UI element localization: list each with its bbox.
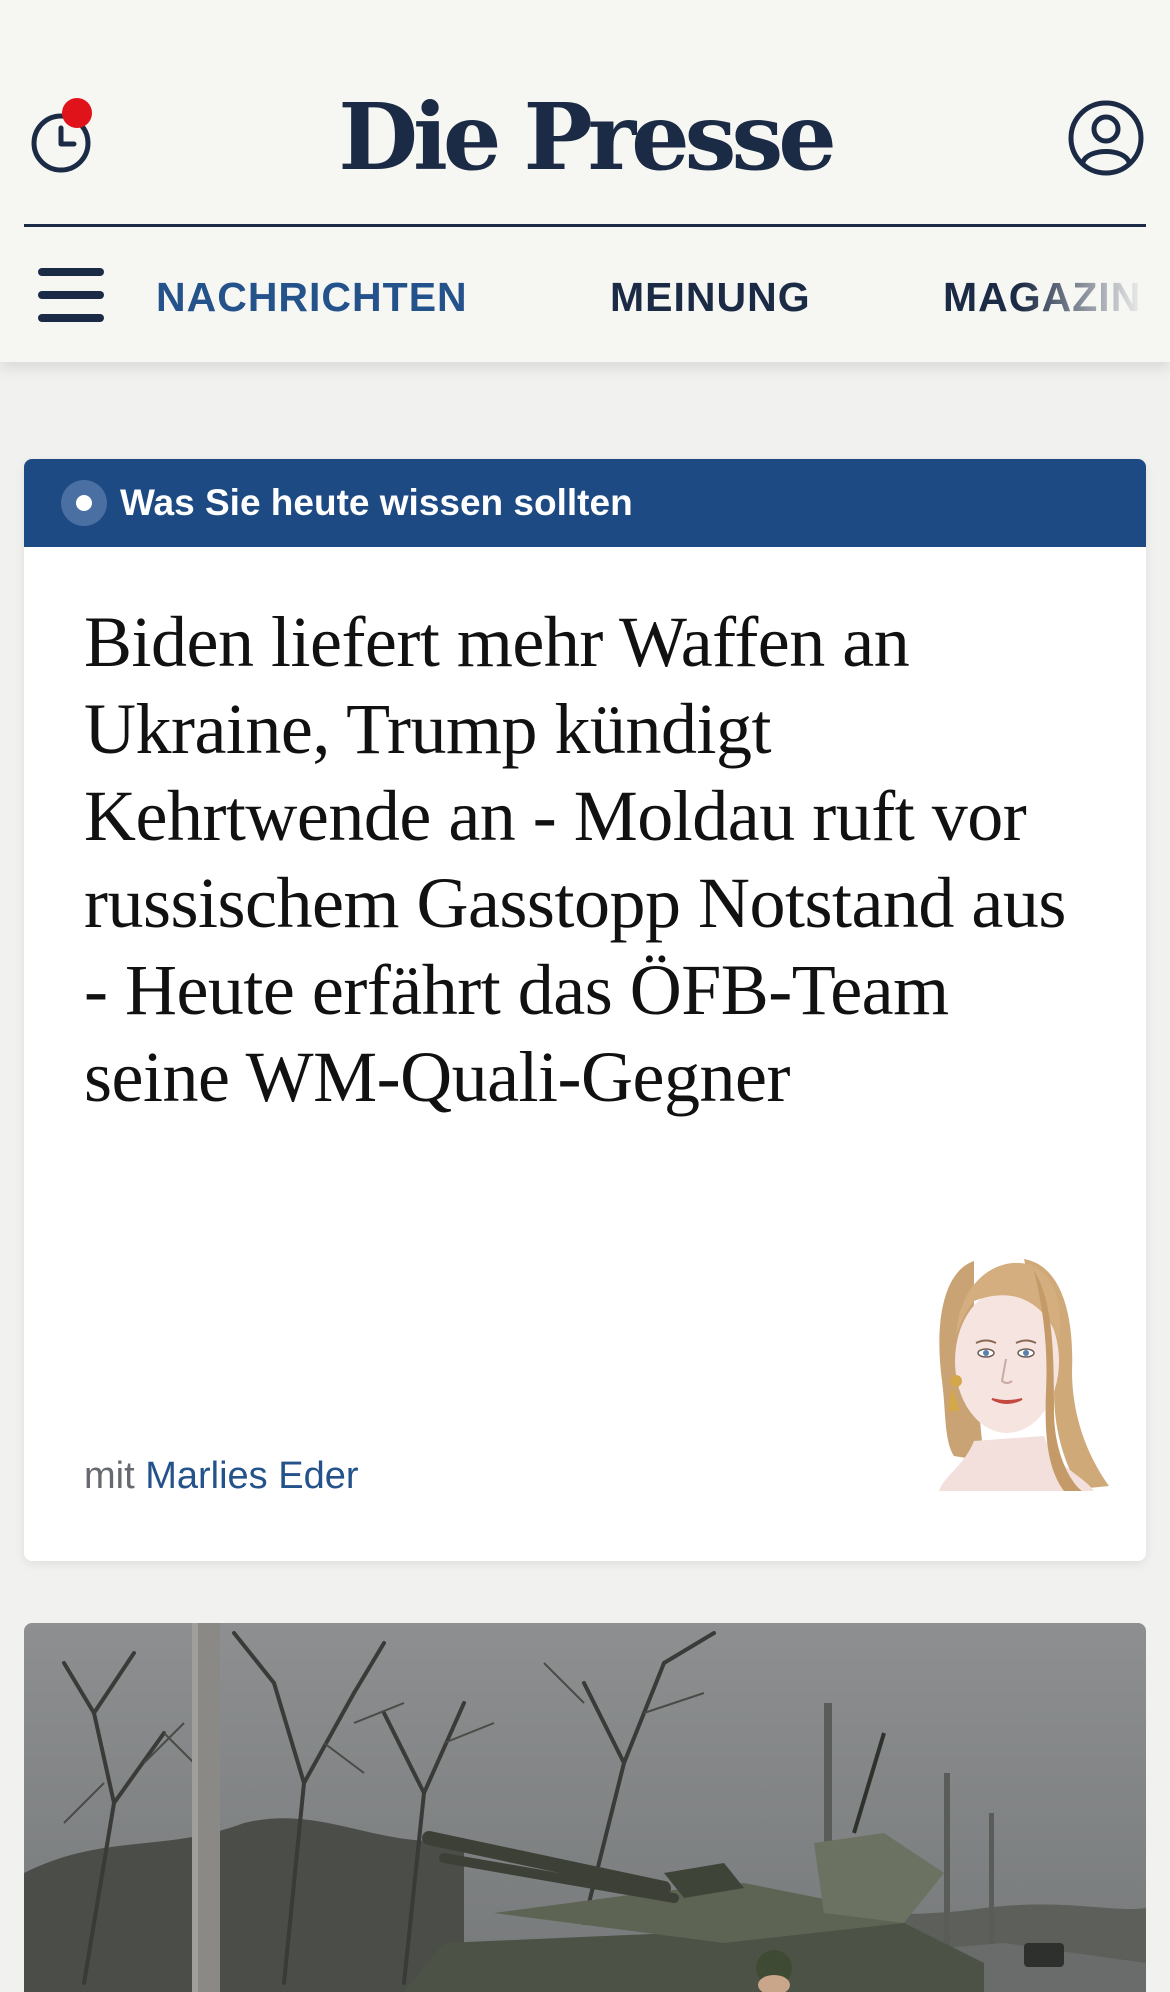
site-logo[interactable]: Die Presse bbox=[0, 72, 1170, 202]
live-indicator-icon bbox=[61, 480, 107, 526]
header-divider bbox=[24, 224, 1146, 227]
author-link[interactable]: Marlies Eder bbox=[145, 1455, 358, 1497]
byline: mit Marlies Eder bbox=[84, 1451, 359, 1501]
article-teaser-image[interactable] bbox=[24, 1623, 1146, 1992]
military-vehicle-on-road-photo bbox=[24, 1623, 1146, 1992]
author-portrait bbox=[939, 1259, 1109, 1491]
daily-briefing-card[interactable]: Was Sie heute wissen sollten Biden liefe… bbox=[24, 459, 1146, 1561]
nav-item-magazin[interactable]: MAGAZIN bbox=[943, 272, 1141, 322]
user-account-icon bbox=[1068, 100, 1144, 176]
nav-item-nachrichten[interactable]: NACHRICHTEN bbox=[156, 272, 468, 322]
nav-item-meinung[interactable]: MEINUNG bbox=[610, 272, 811, 322]
main-navigation: NACHRICHTEN MEINUNG MAGAZIN bbox=[0, 232, 1170, 362]
briefing-label-bar: Was Sie heute wissen sollten bbox=[24, 459, 1146, 547]
account-button[interactable] bbox=[1066, 98, 1146, 178]
briefing-headline[interactable]: Biden liefert mehr Waffen an Ukraine, Tr… bbox=[84, 599, 1094, 1121]
site-header: Die Presse NACHRICHTEN MEINUNG MAGAZIN bbox=[0, 0, 1170, 362]
hamburger-menu-icon[interactable] bbox=[38, 268, 106, 324]
byline-prefix: mit bbox=[84, 1455, 135, 1497]
briefing-label: Was Sie heute wissen sollten bbox=[120, 482, 633, 523]
